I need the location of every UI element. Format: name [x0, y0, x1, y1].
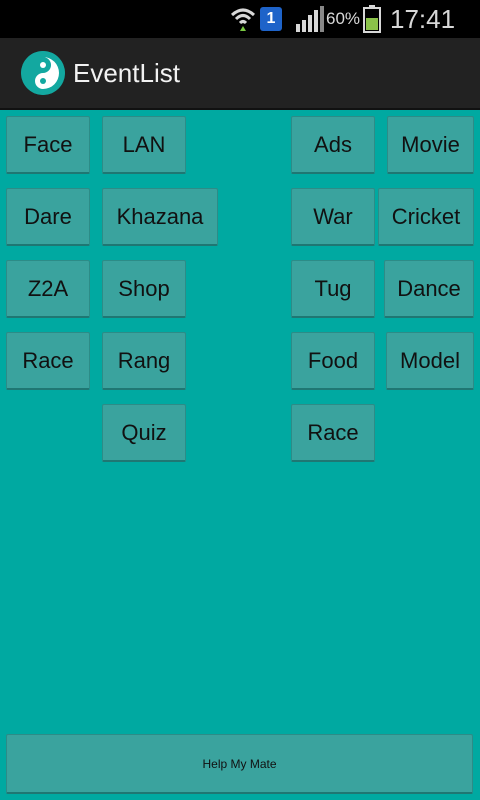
battery-icon — [363, 5, 381, 33]
event-button-khazana[interactable]: Khazana — [102, 188, 218, 246]
battery-percent: 60% — [326, 9, 361, 28]
event-button-lan[interactable]: LAN — [102, 116, 186, 174]
event-button-ads[interactable]: Ads — [291, 116, 375, 174]
action-bar: EventList — [0, 38, 480, 110]
event-button-food[interactable]: Food — [291, 332, 375, 390]
event-button-rang[interactable]: Rang — [102, 332, 186, 390]
help-my-mate-button[interactable]: Help My Mate — [6, 734, 473, 794]
event-button-war[interactable]: War — [291, 188, 375, 246]
clock: 17:41 — [390, 4, 456, 34]
event-button-cricket[interactable]: Cricket — [378, 188, 474, 246]
signal-strength-icon — [296, 6, 324, 32]
app-title: EventList — [73, 58, 180, 88]
event-button-dance[interactable]: Dance — [384, 260, 474, 318]
event-button-z2a[interactable]: Z2A — [6, 260, 90, 318]
status-bar: 1 60% 17:41 — [0, 0, 480, 38]
event-button-movie[interactable]: Movie — [387, 116, 474, 174]
sim-indicator: 1 — [260, 7, 282, 31]
wifi-icon — [230, 8, 256, 31]
app-logo-icon[interactable] — [21, 51, 65, 95]
event-button-quiz[interactable]: Quiz — [102, 404, 186, 462]
event-button-model[interactable]: Model — [386, 332, 474, 390]
event-button-shop[interactable]: Shop — [102, 260, 186, 318]
event-button-race-left[interactable]: Race — [6, 332, 90, 390]
event-button-race-right[interactable]: Race — [291, 404, 375, 462]
event-button-dare[interactable]: Dare — [6, 188, 90, 246]
event-button-tug[interactable]: Tug — [291, 260, 375, 318]
event-button-face[interactable]: Face — [6, 116, 90, 174]
